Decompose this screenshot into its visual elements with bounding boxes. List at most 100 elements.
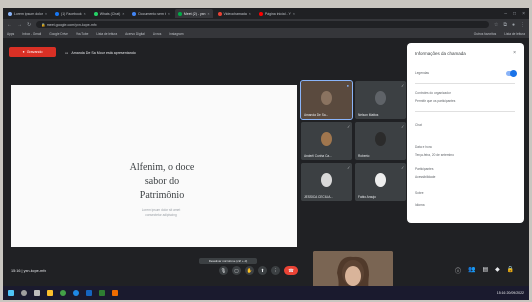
- bookmark-item[interactable]: Livros: [153, 32, 162, 36]
- chrome-icon[interactable]: [60, 290, 66, 296]
- bookmark-item[interactable]: Instagram: [169, 32, 183, 36]
- avatar: [375, 173, 386, 187]
- panel-row[interactable]: Chat: [415, 123, 422, 127]
- bookmark-item[interactable]: Acervo Digital: [125, 32, 145, 36]
- browser-toolbar: ← → ↻ 🔒 meet.google.com/yxn-kcpe-mfx ☆ ⧉…: [3, 19, 529, 30]
- avatar: [321, 132, 332, 146]
- panel-row[interactable]: Controles do organizador: [415, 91, 451, 95]
- word-icon[interactable]: [86, 290, 92, 296]
- bookmark-folder-other[interactable]: Outros favoritos: [474, 32, 497, 36]
- avatar: [321, 173, 332, 187]
- lock-icon[interactable]: 🔒: [507, 266, 514, 275]
- panel-row: Permitir que os participantes: [415, 99, 456, 103]
- participant-tile[interactable]: ● Amanda De Sa...: [300, 80, 353, 120]
- mic-off-icon: ⁄: [348, 165, 349, 170]
- mic-off-icon: ⁄: [402, 83, 403, 88]
- browser-tab[interactable]: Whats (Chat) ×: [91, 9, 128, 18]
- close-icon[interactable]: ×: [122, 12, 124, 16]
- system-tray-clock[interactable]: 15:16 20/09/2022: [497, 291, 524, 295]
- avatar: [375, 91, 386, 105]
- panel-row: Terça-feira, 20 de setembro: [415, 153, 454, 157]
- address-bar-url: meet.google.com/yxn-kcpe-mfx: [46, 22, 97, 27]
- leave-call-button[interactable]: ☎: [284, 266, 298, 275]
- recording-badge[interactable]: ● Gravando: [9, 47, 56, 57]
- captions-toggle[interactable]: [506, 70, 517, 77]
- bookmark-item[interactable]: Google Drive: [49, 32, 68, 36]
- present-button[interactable]: ⬆: [258, 266, 267, 275]
- slide-subtitle: Lorem ipsum dolor sit amet consectetur a…: [141, 208, 181, 217]
- minimize-icon[interactable]: –: [504, 11, 507, 17]
- bookmark-item[interactable]: YouTube: [76, 32, 89, 36]
- mic-off-icon: ⁄: [348, 124, 349, 129]
- profile-avatar-icon[interactable]: ●: [512, 22, 515, 28]
- close-icon[interactable]: ×: [207, 12, 209, 16]
- presentation-slide: Alfenim, o doce sabor do Patrimônio Lore…: [11, 85, 297, 247]
- browser-tab[interactable]: Lorem ipsum dolor ×: [5, 9, 50, 18]
- close-icon[interactable]: ×: [84, 12, 86, 16]
- activities-icon[interactable]: ◆: [495, 266, 500, 275]
- participant-tile[interactable]: ⁄ Roberto: [355, 122, 406, 160]
- edge-icon[interactable]: [73, 290, 79, 296]
- participant-tile[interactable]: ⁄ Nelson Mattos: [355, 81, 406, 119]
- close-icon[interactable]: ×: [513, 50, 516, 56]
- bookmark-item[interactable]: Inbox - Gmail: [22, 32, 41, 36]
- start-icon[interactable]: [8, 290, 14, 296]
- avatar: [375, 132, 386, 146]
- participant-tile[interactable]: ⁄ JESSICA CECILIA...: [301, 163, 352, 201]
- reading-list[interactable]: Lista de leitura: [504, 32, 525, 36]
- browser-tab[interactable]: Documento sem t ×: [129, 9, 172, 18]
- star-icon[interactable]: ☆: [494, 22, 498, 28]
- task-view-icon[interactable]: [34, 290, 40, 296]
- participant-tile[interactable]: ⁄ Fabio Araujo: [355, 163, 406, 201]
- panel-row: Data e hora: [415, 145, 432, 149]
- more-icon: ⋮: [273, 267, 278, 273]
- menu-icon[interactable]: ⋮: [520, 22, 525, 28]
- bookmark-item[interactable]: Apps: [7, 32, 14, 36]
- bookmark-item[interactable]: Lista de leitura: [96, 32, 117, 36]
- extensions-icon[interactable]: ⧉: [503, 22, 507, 28]
- panel-row[interactable]: Idioma: [415, 203, 425, 207]
- browser-tab[interactable]: (1) Facebook ×: [52, 9, 89, 18]
- address-bar[interactable]: 🔒 meet.google.com/yxn-kcpe-mfx: [36, 21, 489, 28]
- camera-button[interactable]: ▢: [232, 266, 241, 275]
- slide-title: Alfenim, o doce sabor do Patrimônio: [129, 162, 195, 201]
- tab-favicon-icon: [132, 11, 137, 16]
- info-icon[interactable]: ⓘ: [455, 266, 461, 275]
- call-controls: 🎙 ▢ ✋ ⬆ ⋮ ☎: [219, 266, 298, 275]
- close-window-icon[interactable]: ×: [522, 11, 525, 17]
- participant-tile[interactable]: ⁄ Anderli Cunha Ca...: [301, 122, 352, 160]
- reload-icon[interactable]: ↻: [27, 22, 31, 28]
- browser-tab[interactable]: Videochamada ×: [215, 9, 254, 18]
- excel-icon[interactable]: [99, 290, 105, 296]
- file-explorer-icon[interactable]: [47, 290, 53, 296]
- close-icon[interactable]: ×: [293, 12, 295, 16]
- panel-row[interactable]: Sobre: [415, 191, 424, 195]
- panel-title: Informações da chamada: [415, 51, 466, 56]
- present-screen-icon: ⬆: [260, 267, 265, 273]
- back-icon[interactable]: ←: [7, 22, 12, 28]
- raise-hand-button[interactable]: ✋: [245, 266, 254, 275]
- store-icon[interactable]: [112, 290, 118, 296]
- panel-row[interactable]: Participantes: [415, 167, 433, 171]
- mic-active-icon: ●: [346, 83, 349, 88]
- chat-icon[interactable]: ▤: [483, 266, 489, 275]
- forward-icon[interactable]: →: [17, 22, 22, 28]
- search-icon[interactable]: [21, 290, 27, 296]
- mic-button[interactable]: 🎙: [219, 266, 228, 275]
- call-info-panel: Informações da chamada × Legendas Contro…: [407, 43, 524, 223]
- people-icon[interactable]: 👥: [468, 266, 475, 275]
- tab-favicon-icon: [177, 11, 182, 16]
- mic-off-icon: ⁄: [402, 124, 403, 129]
- more-options-button[interactable]: ⋮: [271, 266, 280, 275]
- meeting-time-code: 15:16 | yxn-kcpe-mfx: [11, 269, 47, 273]
- browser-tab[interactable]: Página inicial - Y ×: [256, 9, 298, 18]
- panel-row: Legendas: [415, 71, 430, 75]
- window-controls: – □ ×: [504, 11, 529, 17]
- close-icon[interactable]: ×: [168, 12, 170, 16]
- close-icon[interactable]: ×: [249, 12, 251, 16]
- browser-tab-active[interactable]: Meet (2) - yxn ×: [174, 9, 213, 18]
- os-taskbar: 15:16 20/09/2022: [3, 286, 529, 300]
- maximize-icon[interactable]: □: [513, 11, 516, 17]
- panel-row[interactable]: Acessibilidade: [415, 175, 435, 179]
- close-icon[interactable]: ×: [45, 12, 47, 16]
